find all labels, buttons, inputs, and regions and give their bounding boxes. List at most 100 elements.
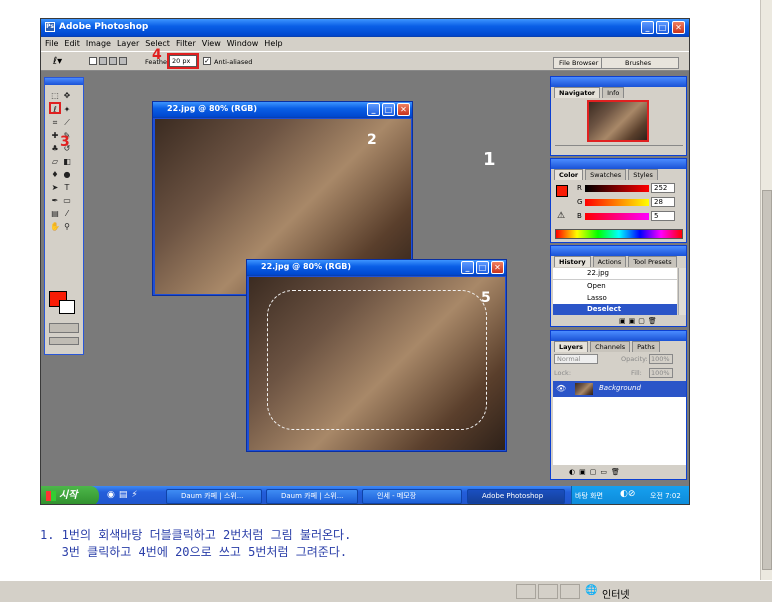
minimize-button[interactable]: _ [641,21,654,34]
doc1-maximize-button[interactable]: □ [382,103,395,116]
taskbar-button-photoshop[interactable]: Adobe Photoshop [467,489,565,504]
history-tab-actions[interactable]: Actions [592,256,627,267]
system-tray: 바탕 화면 ◐⊘ 오전 7:02 [571,486,689,504]
history-tab-history[interactable]: History [554,256,591,267]
start-button[interactable]: 시작 [41,486,99,504]
taskbar-button-daum-2[interactable]: Daum 카페 | 스위... [266,489,358,504]
dodge-tool-icon[interactable]: ● [61,169,73,181]
well-tab-file-browser[interactable]: File Browser [556,58,603,69]
history-title-bar [551,246,686,256]
navigator-tab-navigator[interactable]: Navigator [554,87,601,98]
channel-g-slider[interactable] [585,199,649,206]
pen-tool-icon[interactable]: ✒ [49,195,61,207]
menu-layer[interactable]: Layer [117,39,139,48]
magic-wand-tool-icon[interactable]: ✦ [61,104,73,116]
color-tab-swatches[interactable]: Swatches [585,169,627,180]
channel-r-value[interactable]: 252 [651,183,675,193]
browser-scrollbar[interactable] [760,0,772,580]
lock-label: Lock: [554,369,572,377]
zoom-tool-icon[interactable]: ⚲ [61,221,73,233]
layers-title-bar [551,331,686,341]
lasso-tool-icon[interactable]: ℓ [49,102,61,114]
browser-scrollbar-thumb[interactable] [762,190,772,570]
history-panel: History Actions Tool Presets 22.jpg Open L… [550,245,687,327]
menu-filter[interactable]: Filter [176,39,196,48]
color-fg-swatch[interactable] [556,185,568,197]
path-select-icon[interactable]: ➤ [49,182,61,194]
eyedropper-tool-icon[interactable]: ⁄ [61,208,73,220]
history-scrollbar[interactable] [678,268,686,315]
gradient-tool-icon[interactable]: ◧ [61,156,73,168]
intersect-selection-icon[interactable] [119,57,127,65]
screen-mode-buttons[interactable] [49,337,79,345]
background-color-swatch[interactable] [59,300,75,314]
menu-view[interactable]: View [202,39,221,48]
well-tab-brushes[interactable]: Brushes [622,58,654,69]
navigator-zoom-slider[interactable] [555,145,683,152]
layers-buttons[interactable]: ◐▣▢▭🗑 [569,468,669,476]
channel-b-slider[interactable] [585,213,649,220]
quicklaunch-icons[interactable]: ◉▤⚡ [107,490,142,500]
tray-desktop-label[interactable]: 바탕 화면 [575,491,603,501]
document-window-2[interactable]: 22.jpg @ 80% (RGB) _ □ ✕ 5 [246,259,507,452]
navigator-tab-info[interactable]: Info [602,87,625,98]
history-item-lasso[interactable]: Lasso [553,292,677,304]
antialias-checkbox[interactable]: ✓ [203,57,211,65]
doc2-close-button[interactable]: ✕ [491,261,504,274]
menu-image[interactable]: Image [86,39,111,48]
new-selection-icon[interactable] [89,57,97,65]
layers-tab-paths[interactable]: Paths [632,341,660,352]
layers-tab-layers[interactable]: Layers [554,341,589,352]
close-button[interactable]: ✕ [672,21,685,34]
subtract-selection-icon[interactable] [109,57,117,65]
fill-input[interactable]: 100% [649,368,673,378]
palette-well: File Browser Brushes [553,57,679,69]
layer-row-background[interactable]: 👁 Background [553,381,686,397]
marquee-tool-icon[interactable]: ⬚ [49,90,61,102]
channel-b-value[interactable]: 5 [651,211,675,221]
blur-tool-icon[interactable]: ♦ [49,169,61,181]
blend-mode-select[interactable]: Normal [554,354,598,364]
layers-tab-channels[interactable]: Channels [590,341,631,352]
channel-g-value[interactable]: 28 [651,197,675,207]
color-tab-styles[interactable]: Styles [628,169,658,180]
doc2-title: 22.jpg @ 80% (RGB) [261,262,352,271]
taskbar-button-daum-1[interactable]: Daum 카페 | 스위... [166,489,262,504]
menu-help[interactable]: Help [264,39,282,48]
crop-tool-icon[interactable]: ⌗ [49,117,61,129]
taskbar-button-notepad[interactable]: 인세 - 메모장 [362,489,462,504]
eye-icon[interactable]: 👁 [556,384,566,393]
doc2-maximize-button[interactable]: □ [476,261,489,274]
opacity-input[interactable]: 100% [649,354,673,364]
notes-tool-icon[interactable]: ▤ [49,208,61,220]
navigator-thumbnail[interactable] [587,100,649,142]
history-item-deselect[interactable]: Deselect [553,304,677,315]
channel-r-slider[interactable] [585,185,649,192]
maximize-button[interactable]: □ [656,21,669,34]
mask-mode-buttons[interactable] [49,323,79,333]
doc1-minimize-button[interactable]: _ [367,103,380,116]
history-snapshot[interactable]: 22.jpg [553,268,677,280]
move-tool-icon[interactable]: ✥ [61,90,73,102]
type-tool-icon[interactable]: T [61,182,73,194]
menu-edit[interactable]: Edit [64,39,80,48]
hand-tool-icon[interactable]: ✋ [49,221,61,233]
history-item-open[interactable]: Open [553,280,677,292]
slice-tool-icon[interactable]: ⟋ [61,117,73,129]
color-ramp[interactable] [555,229,683,239]
navigator-panel: Navigator Info [550,76,687,156]
menu-window[interactable]: Window [227,39,259,48]
channel-r-label: R [577,184,582,192]
eraser-tool-icon[interactable]: ▱ [49,156,61,168]
color-tab-color[interactable]: Color [554,169,584,180]
doc2-minimize-button[interactable]: _ [461,261,474,274]
doc1-close-button[interactable]: ✕ [397,103,410,116]
shape-tool-icon[interactable]: ▭ [61,195,73,207]
tray-icons[interactable]: ◐⊘ [620,489,635,499]
layers-list-empty-area [553,397,686,465]
lasso-preset-icon[interactable]: ℓ▾ [53,56,62,67]
history-tab-tool-presets[interactable]: Tool Presets [628,256,677,267]
menu-file[interactable]: File [45,39,58,48]
add-selection-icon[interactable] [99,57,107,65]
history-buttons[interactable]: ▣▣▢🗑 [619,317,679,325]
